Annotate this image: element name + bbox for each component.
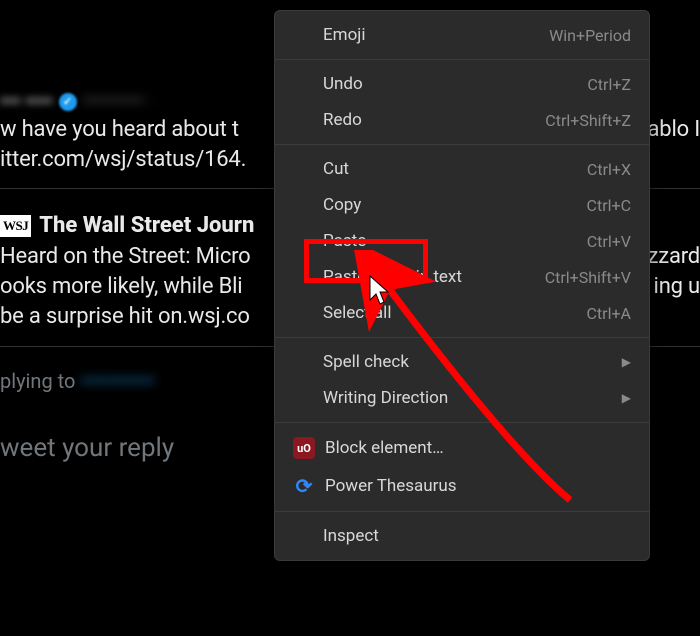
quoted-author-name: The Wall Street Journ [39, 213, 254, 238]
quoted-tweet-text: ooks more likely, while Bli [0, 272, 242, 302]
menu-label: Redo [323, 110, 545, 130]
menu-item-cut[interactable]: Cut Ctrl+X [275, 151, 649, 187]
menu-shortcut: Ctrl+X [587, 160, 631, 179]
menu-item-writing-direction[interactable]: Writing Direction ▶ [275, 380, 649, 416]
menu-label: Paste as plain text [323, 267, 545, 287]
menu-shortcut: Ctrl+C [587, 196, 631, 215]
menu-separator [275, 422, 649, 423]
power-thesaurus-icon: ⟳ [293, 475, 315, 497]
ublock-icon: uO [293, 437, 315, 459]
tweet-text: w have you heard about t [0, 115, 239, 145]
verified-icon [59, 93, 77, 111]
author-handle: •••••••••• · [83, 91, 153, 112]
menu-shortcut: Ctrl+Shift+Z [545, 111, 631, 130]
replying-to-label: plying to [0, 369, 75, 393]
menu-label: Writing Direction [323, 388, 622, 408]
menu-label: Undo [323, 74, 587, 94]
replying-to-handle: ••••••••••• [80, 369, 154, 393]
menu-separator [275, 337, 649, 338]
menu-label: Emoji [323, 25, 549, 45]
menu-label: Paste [323, 231, 587, 251]
menu-separator [275, 511, 649, 512]
submenu-arrow-icon: ▶ [622, 391, 631, 405]
menu-item-inspect[interactable]: Inspect [275, 518, 649, 554]
quoted-tweet-text: zzard [648, 242, 700, 272]
menu-item-copy[interactable]: Copy Ctrl+C [275, 187, 649, 223]
menu-shortcut: Ctrl+V [587, 232, 631, 251]
menu-label: Select all [323, 303, 587, 323]
menu-label: Power Thesaurus [325, 476, 631, 496]
menu-label: Spell check [323, 352, 622, 372]
menu-shortcut: Ctrl+A [587, 304, 631, 323]
menu-shortcut: Win+Period [549, 26, 631, 45]
menu-item-paste[interactable]: Paste Ctrl+V [275, 223, 649, 259]
menu-item-select-all[interactable]: Select all Ctrl+A [275, 295, 649, 331]
menu-item-block-element[interactable]: uO Block element… [275, 429, 649, 467]
menu-item-redo[interactable]: Redo Ctrl+Shift+Z [275, 102, 649, 138]
quoted-tweet-text: ing u [654, 272, 700, 302]
quoted-tweet-text: Heard on the Street: Micro [0, 242, 251, 272]
menu-item-spell-check[interactable]: Spell check ▶ [275, 344, 649, 380]
menu-item-emoji[interactable]: Emoji Win+Period [275, 17, 649, 53]
menu-separator [275, 144, 649, 145]
menu-item-paste-plain[interactable]: Paste as plain text Ctrl+Shift+V [275, 259, 649, 295]
menu-shortcut: Ctrl+Shift+V [545, 268, 631, 287]
tweet-text: ablo I [648, 115, 700, 145]
author-name: ••• •••• [0, 90, 53, 113]
submenu-arrow-icon: ▶ [622, 355, 631, 369]
context-menu: Emoji Win+Period Undo Ctrl+Z Redo Ctrl+S… [274, 10, 650, 561]
menu-label: Inspect [323, 526, 631, 546]
menu-label: Cut [323, 159, 587, 179]
menu-item-undo[interactable]: Undo Ctrl+Z [275, 66, 649, 102]
wsj-logo-icon: WSJ [0, 215, 31, 237]
menu-item-power-thesaurus[interactable]: ⟳ Power Thesaurus [275, 467, 649, 505]
menu-shortcut: Ctrl+Z [587, 75, 631, 94]
menu-separator [275, 59, 649, 60]
menu-label: Block element… [325, 438, 631, 458]
menu-label: Copy [323, 195, 587, 215]
